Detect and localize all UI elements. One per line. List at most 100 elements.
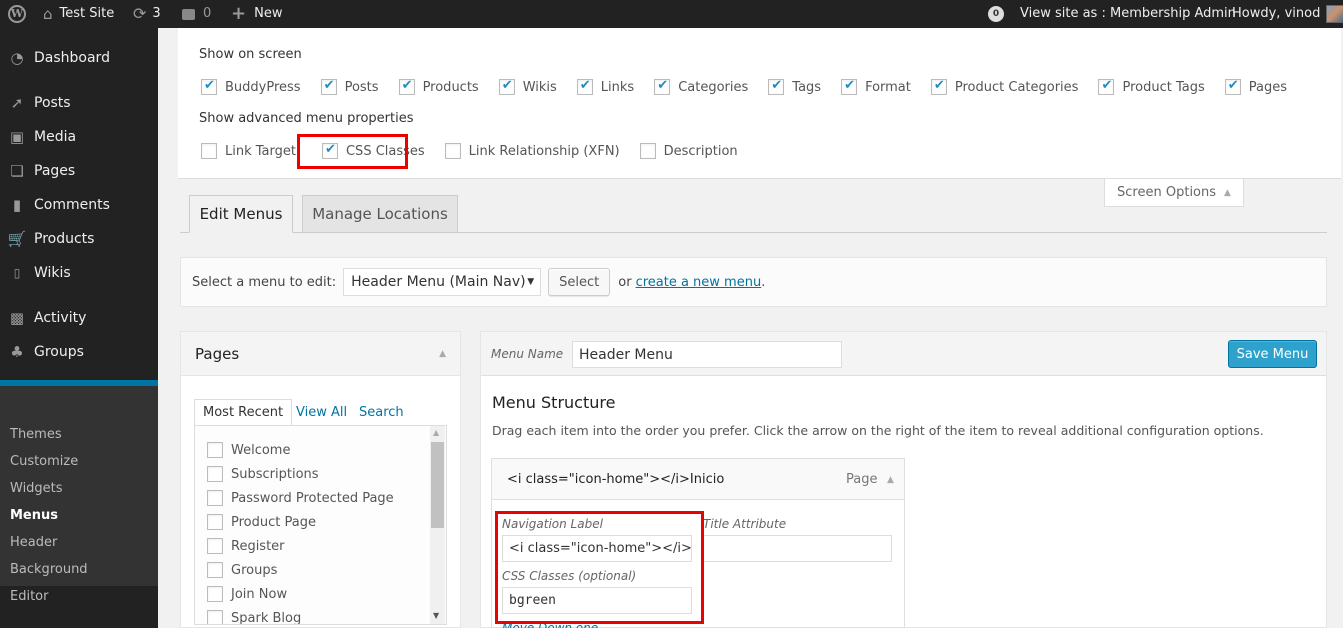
checkbox[interactable]	[930, 78, 947, 95]
option-tags[interactable]: Tags	[768, 78, 821, 95]
sidebar-item-comments[interactable]: ▮ Comments	[0, 188, 158, 222]
screen-options-toggle[interactable]: Screen Options ▲	[1104, 179, 1244, 207]
option-wikis[interactable]: Wikis	[498, 78, 557, 95]
checkbox[interactable]	[201, 143, 217, 159]
updates-link[interactable]: ⟳ 3	[133, 0, 161, 28]
my-account-link[interactable]: Howdy, vinod	[1232, 0, 1343, 28]
option-link-target[interactable]: Link Target	[201, 143, 296, 159]
site-name-link[interactable]: ⌂ Test Site	[43, 0, 114, 28]
page-item-register[interactable]: Register	[207, 538, 285, 554]
save-menu-button[interactable]: Save Menu	[1228, 340, 1317, 368]
checkbox[interactable]	[207, 466, 223, 482]
create-new-menu-link[interactable]: create a new menu	[636, 275, 762, 290]
scroll-up-icon[interactable]: ▲	[433, 428, 439, 437]
page-item-join-now[interactable]: Join Now	[207, 586, 287, 602]
option-format[interactable]: Format	[841, 78, 911, 95]
tab-manage-locations[interactable]: Manage Locations	[302, 195, 458, 233]
submenu-item-header[interactable]: Header	[10, 533, 57, 553]
notifications-link[interactable]: 0	[988, 0, 1004, 28]
period-text: .	[761, 274, 766, 290]
option-products[interactable]: Products	[398, 78, 479, 95]
admin-sidebar: ◔ Dashboard ➚ Posts ▣ Media ❏ Pages ▮ Co…	[0, 28, 158, 628]
checkbox[interactable]	[1224, 78, 1241, 95]
sidebar-item-pages[interactable]: ❏ Pages	[0, 154, 158, 188]
option-link-relationship[interactable]: Link Relationship (XFN)	[444, 143, 620, 159]
sidebar-item-products[interactable]: 🛒 Products	[0, 222, 158, 256]
sidebar-item-wikis[interactable]: ▯ Wikis	[0, 256, 158, 290]
option-product-tags[interactable]: Product Tags	[1098, 78, 1205, 95]
option-pages[interactable]: Pages	[1224, 78, 1287, 95]
checkbox[interactable]	[207, 442, 223, 458]
sidebar-item-posts[interactable]: ➚ Posts	[0, 86, 158, 120]
option-posts[interactable]: Posts	[320, 78, 379, 95]
tab-edit-menus[interactable]: Edit Menus	[189, 195, 293, 233]
tab-view-all[interactable]: View All	[288, 399, 355, 426]
checkbox[interactable]	[398, 78, 415, 95]
option-categories[interactable]: Categories	[654, 78, 748, 95]
tab-search[interactable]: Search	[351, 399, 412, 426]
option-description[interactable]: Description	[639, 143, 738, 159]
menu-name-input[interactable]: Header Menu	[572, 341, 842, 368]
checkbox[interactable]	[320, 78, 337, 95]
sidebar-item-dashboard[interactable]: ◔ Dashboard	[0, 41, 158, 75]
submenu-item-background[interactable]: Background	[10, 560, 88, 580]
page-item-subscriptions[interactable]: Subscriptions	[207, 466, 319, 482]
submenu-item-widgets[interactable]: Widgets	[10, 479, 63, 499]
title-attribute-input[interactable]	[703, 535, 892, 562]
sidebar-item-groups[interactable]: ♣ Groups	[0, 335, 158, 369]
checkbox[interactable]	[201, 78, 217, 95]
sidebar-item-activity[interactable]: ▩ Activity	[0, 301, 158, 335]
collapse-arrow-icon[interactable]: ▲	[439, 349, 446, 359]
page-item-welcome[interactable]: Welcome	[207, 442, 290, 458]
page-checklist: Welcome Subscriptions Password Protected…	[194, 425, 447, 625]
checkbox[interactable]	[207, 562, 223, 578]
checkbox[interactable]	[841, 78, 858, 95]
new-content-link[interactable]: + New	[231, 0, 282, 28]
tab-most-recent[interactable]: Most Recent	[194, 399, 293, 426]
submenu-item-menus[interactable]: Menus	[10, 506, 58, 526]
pages-metabox-header[interactable]: Pages ▲	[181, 332, 460, 376]
show-on-screen-options: BuddyPress Posts Products Wikis Links Ca…	[201, 78, 1307, 95]
comments-link[interactable]: 0	[182, 0, 211, 28]
sidebar-item-label: Groups	[34, 344, 84, 360]
checkbox[interactable]	[207, 586, 223, 602]
scroll-down-icon[interactable]: ▼	[433, 611, 439, 620]
checkbox[interactable]	[576, 78, 593, 95]
select-menu-button[interactable]: Select	[548, 268, 611, 296]
site-name: Test Site	[59, 6, 115, 21]
page-item-groups[interactable]: Groups	[207, 562, 277, 578]
scroll-thumb[interactable]	[431, 442, 444, 528]
checkbox[interactable]	[639, 143, 656, 159]
title-attribute-label: Title Attribute	[703, 517, 787, 531]
checkbox[interactable]	[1098, 78, 1115, 95]
checkbox[interactable]	[498, 78, 515, 95]
checkbox[interactable]	[207, 514, 223, 530]
page-item-spark-blog[interactable]: Spark Blog	[207, 610, 301, 624]
checkbox[interactable]	[207, 610, 223, 624]
submenu-item-themes[interactable]: Themes	[10, 425, 62, 445]
submenu-item-customize[interactable]: Customize	[10, 452, 78, 472]
checkbox[interactable]	[207, 490, 223, 506]
checkbox[interactable]	[654, 78, 671, 95]
checkbox[interactable]	[207, 538, 223, 554]
option-product-categories[interactable]: Product Categories	[930, 78, 1078, 95]
option-buddypress[interactable]: BuddyPress	[201, 78, 301, 95]
menu-select[interactable]: Header Menu (Main Nav) ▼	[343, 268, 542, 296]
menu-item-handle[interactable]: <i class="icon-home"></i>Inicio Page ▲	[492, 459, 904, 500]
wordpress-logo-icon: W	[8, 5, 26, 23]
page-item-product-page[interactable]: Product Page	[207, 514, 316, 530]
page-list-scrollbar[interactable]: ▲ ▼	[430, 426, 445, 624]
sidebar-item-media[interactable]: ▣ Media	[0, 120, 158, 154]
option-links[interactable]: Links	[576, 78, 634, 95]
view-site-as-link[interactable]: View site as : Membership Admin	[1020, 0, 1236, 28]
submenu-item-editor[interactable]: Editor	[10, 587, 48, 607]
checkbox[interactable]	[768, 78, 785, 95]
notifications-count: 0	[988, 6, 1004, 22]
avatar	[1326, 5, 1343, 23]
page-item-label: Password Protected Page	[231, 490, 394, 506]
checkbox[interactable]	[444, 143, 461, 159]
wordpress-logo-button[interactable]: W	[8, 0, 26, 28]
item-collapse-arrow-icon[interactable]: ▲	[887, 475, 894, 485]
new-label: New	[254, 6, 283, 21]
page-item-password-protected[interactable]: Password Protected Page	[207, 490, 394, 506]
